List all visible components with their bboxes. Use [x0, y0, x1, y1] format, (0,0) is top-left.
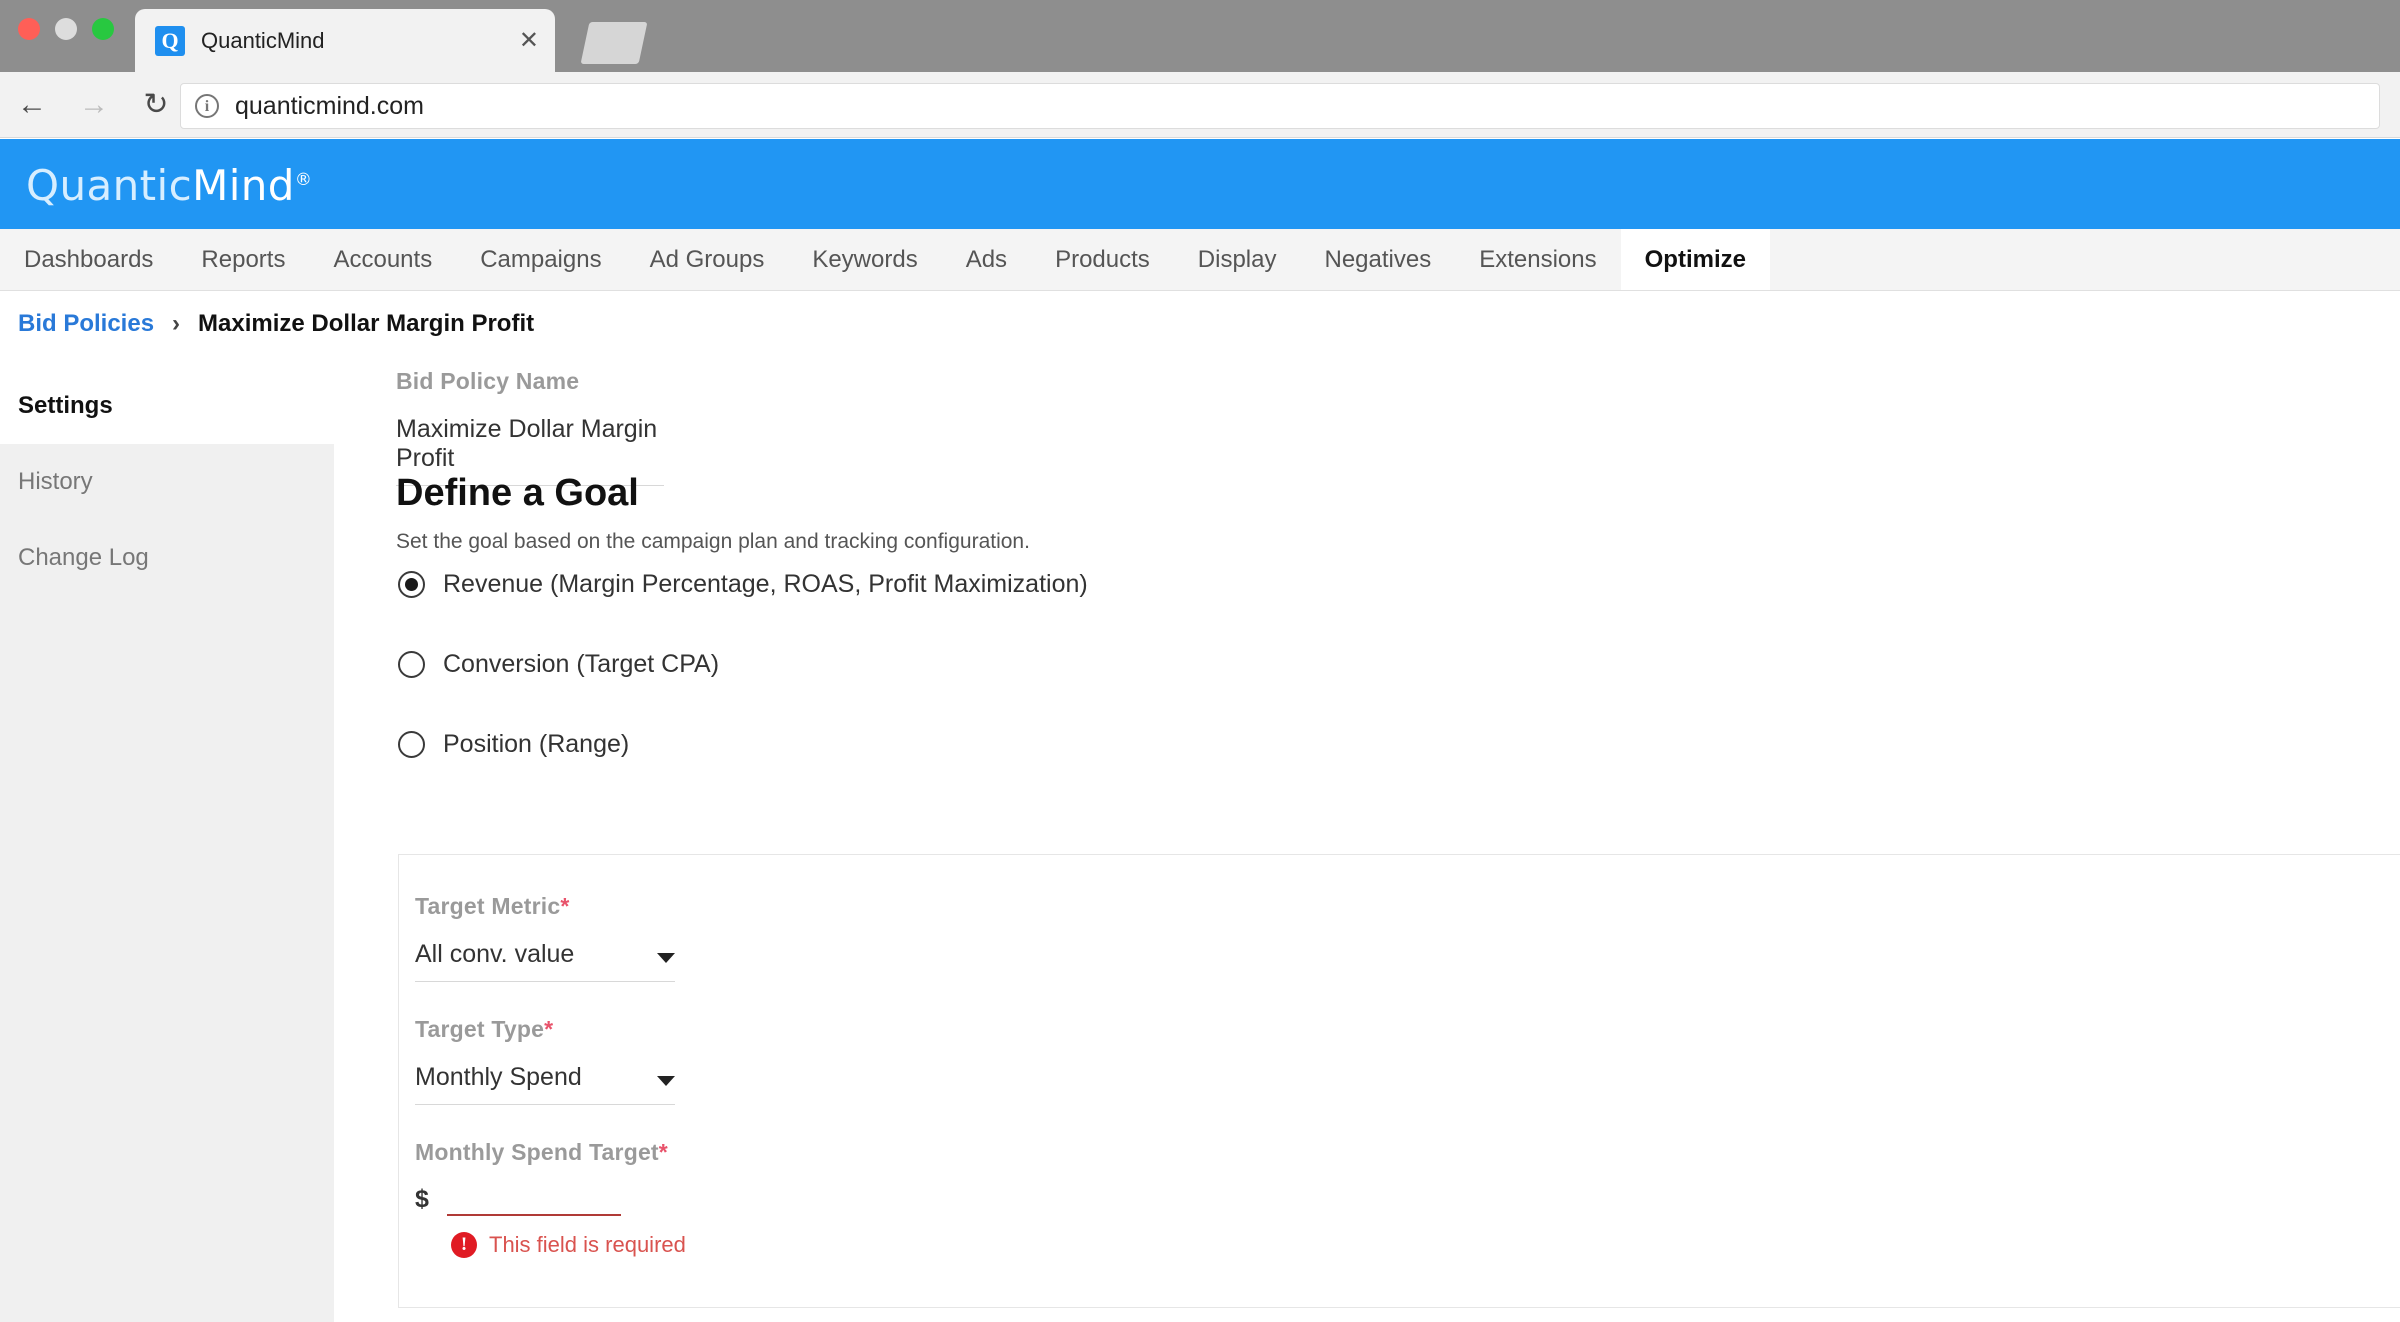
target-type-label-text: Target Type: [415, 1016, 544, 1042]
monthly-spend-target-input-row[interactable]: $: [415, 1184, 686, 1216]
goal-radio-group: Revenue (Margin Percentage, ROAS, Profit…: [398, 564, 1088, 804]
reload-icon[interactable]: ↻: [136, 85, 176, 125]
url-bar[interactable]: i quanticmind.com: [180, 83, 2380, 129]
define-a-goal-subtitle: Set the goal based on the campaign plan …: [396, 530, 1030, 554]
back-icon[interactable]: ←: [12, 85, 52, 125]
chevron-down-icon[interactable]: [657, 1076, 675, 1086]
goal-option-conversion[interactable]: Conversion (Target CPA): [398, 644, 1088, 684]
target-metric-label-text: Target Metric: [415, 893, 560, 919]
nav-tab-products[interactable]: Products: [1031, 229, 1174, 290]
radio-unselected-icon[interactable]: [398, 651, 425, 678]
tab-close-icon[interactable]: ✕: [511, 29, 539, 53]
target-settings-panel: Target Metric* All conv. value Target Ty…: [398, 854, 2400, 1308]
sidebar-item-history[interactable]: History: [0, 444, 334, 520]
breadcrumb-link-bid-policies[interactable]: Bid Policies: [18, 310, 154, 338]
quanticmind-logo[interactable]: QuanticMind®: [26, 161, 312, 210]
goal-option-conversion-label: Conversion (Target CPA): [443, 650, 719, 679]
currency-symbol: $: [415, 1185, 429, 1216]
goal-option-position-label: Position (Range): [443, 730, 629, 759]
nav-tab-keywords[interactable]: Keywords: [788, 229, 941, 290]
monthly-spend-target-label: Monthly Spend Target*: [415, 1139, 686, 1166]
goal-option-position[interactable]: Position (Range): [398, 724, 1088, 764]
target-type-underline: [415, 1104, 675, 1105]
required-asterisk-icon: *: [659, 1139, 668, 1165]
new-tab-button[interactable]: [581, 22, 648, 64]
logo-text-part2: Mind: [192, 161, 295, 210]
nav-tab-display[interactable]: Display: [1174, 229, 1301, 290]
monthly-spend-target-field[interactable]: Monthly Spend Target* $ ! This field is …: [415, 1139, 686, 1258]
goal-option-revenue-label: Revenue (Margin Percentage, ROAS, Profit…: [443, 570, 1088, 599]
bid-policy-name-field[interactable]: Bid Policy Name Maximize Dollar Margin P…: [396, 368, 664, 486]
minimize-window-button[interactable]: [55, 18, 77, 40]
nav-tab-accounts[interactable]: Accounts: [309, 229, 456, 290]
sidebar-items: Settings History Change Log: [0, 368, 334, 596]
site-info-icon[interactable]: i: [195, 94, 219, 118]
logo-text-part1: Quantic: [26, 161, 192, 210]
maximize-window-button[interactable]: [92, 18, 114, 40]
chevron-down-icon[interactable]: [657, 953, 675, 963]
browser-nav-buttons: ← → ↻: [12, 85, 176, 125]
target-metric-value: All conv. value: [415, 940, 675, 969]
monthly-spend-target-input[interactable]: [447, 1184, 621, 1216]
tab-favicon-icon: Q: [155, 26, 185, 56]
browser-titlebar: Q QuanticMind ✕: [0, 0, 2400, 72]
nav-tab-dashboards[interactable]: Dashboards: [0, 229, 177, 290]
error-exclamation-icon: !: [451, 1232, 477, 1258]
bid-policy-name-input[interactable]: Maximize Dollar Margin Profit: [396, 415, 664, 473]
browser-tab[interactable]: Q QuanticMind ✕: [135, 9, 555, 72]
close-window-button[interactable]: [18, 18, 40, 40]
radio-selected-icon[interactable]: [398, 571, 425, 598]
bid-policy-name-label: Bid Policy Name: [396, 368, 664, 395]
define-a-goal-heading: Define a Goal: [396, 472, 639, 515]
target-metric-label: Target Metric*: [415, 893, 675, 920]
target-type-select[interactable]: Monthly Spend: [415, 1063, 675, 1092]
nav-tab-optimize[interactable]: Optimize: [1621, 229, 1770, 290]
breadcrumb-separator-icon: ›: [172, 310, 180, 338]
target-type-label: Target Type*: [415, 1016, 675, 1043]
goal-option-revenue[interactable]: Revenue (Margin Percentage, ROAS, Profit…: [398, 564, 1088, 604]
logo-registered-mark: ®: [295, 170, 312, 190]
monthly-spend-target-label-text: Monthly Spend Target: [415, 1139, 659, 1165]
forward-icon[interactable]: →: [74, 85, 114, 125]
error-message-text: This field is required: [489, 1232, 686, 1258]
app-header: QuanticMind®: [0, 139, 2400, 229]
sidebar-item-change-log[interactable]: Change Log: [0, 520, 334, 596]
monthly-spend-target-error: ! This field is required: [451, 1232, 686, 1258]
target-metric-underline: [415, 981, 675, 982]
target-type-field[interactable]: Target Type* Monthly Spend: [415, 1016, 675, 1105]
breadcrumb-current-page: Maximize Dollar Margin Profit: [198, 310, 534, 338]
nav-tab-negatives[interactable]: Negatives: [1300, 229, 1455, 290]
radio-unselected-icon[interactable]: [398, 731, 425, 758]
nav-tab-ads[interactable]: Ads: [942, 229, 1031, 290]
window-traffic-lights: [18, 18, 114, 40]
target-type-value: Monthly Spend: [415, 1063, 675, 1092]
nav-tab-extensions[interactable]: Extensions: [1455, 229, 1620, 290]
url-text: quanticmind.com: [235, 92, 424, 121]
primary-nav-tabs: Dashboards Reports Accounts Campaigns Ad…: [0, 229, 2400, 291]
settings-sidebar: Settings History Change Log: [0, 368, 334, 1322]
nav-tab-reports[interactable]: Reports: [177, 229, 309, 290]
required-asterisk-icon: *: [544, 1016, 553, 1042]
main-content: Bid Policy Name Maximize Dollar Margin P…: [396, 368, 2400, 1322]
nav-tab-ad-groups[interactable]: Ad Groups: [626, 229, 789, 290]
browser-toolbar: ← → ↻ i quanticmind.com: [0, 72, 2400, 138]
nav-tab-campaigns[interactable]: Campaigns: [456, 229, 625, 290]
sidebar-item-settings[interactable]: Settings: [0, 368, 334, 444]
tab-title: QuanticMind: [201, 28, 511, 54]
target-metric-select[interactable]: All conv. value: [415, 940, 675, 969]
required-asterisk-icon: *: [560, 893, 569, 919]
target-metric-field[interactable]: Target Metric* All conv. value: [415, 893, 675, 982]
breadcrumb: Bid Policies › Maximize Dollar Margin Pr…: [18, 310, 534, 338]
